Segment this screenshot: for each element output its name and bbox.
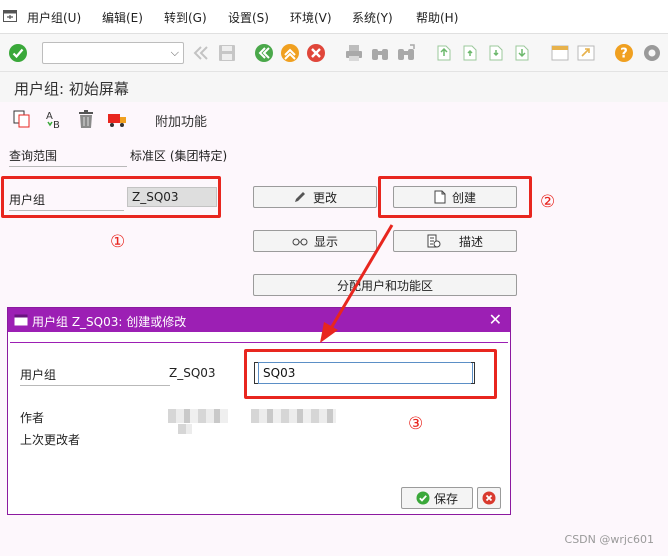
annotation-arrow xyxy=(320,224,394,343)
watermark: CSDN @wrjc601 xyxy=(564,533,654,546)
